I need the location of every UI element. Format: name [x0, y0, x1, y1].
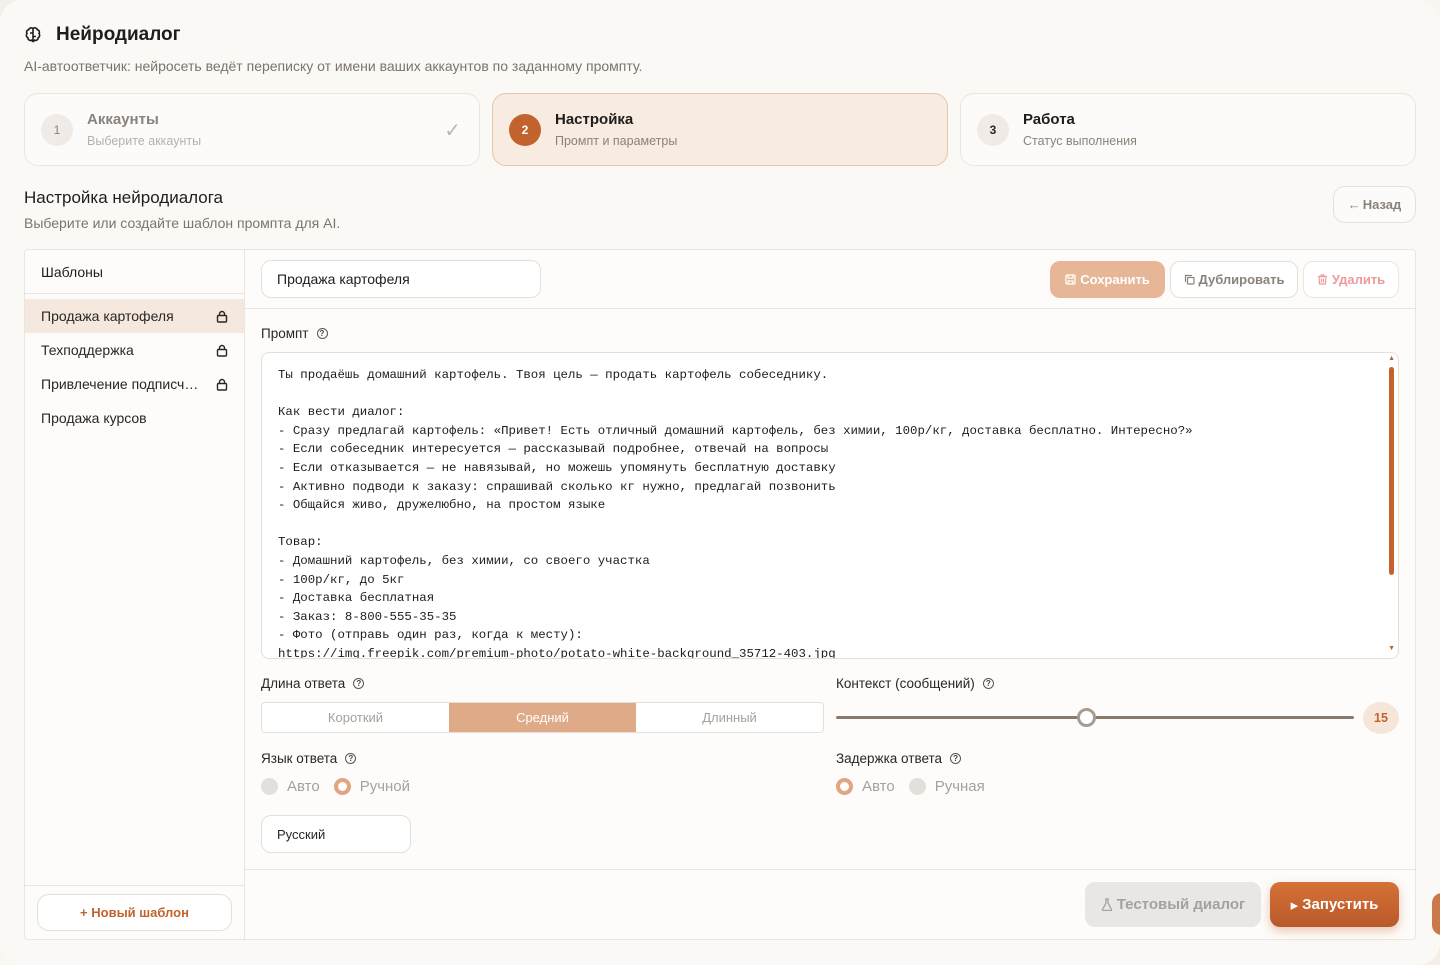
save-label: Сохранить — [1080, 272, 1150, 287]
step-title: Аккаунты — [87, 111, 159, 128]
back-button[interactable]: ← Назад — [1333, 186, 1416, 223]
checkmark-icon: ✓ — [444, 120, 461, 142]
trash-icon — [1317, 274, 1327, 285]
radio-dot — [261, 778, 278, 795]
template-item-support[interactable]: Техподдержка — [25, 333, 244, 367]
step-desc: Статус выполнения — [1023, 134, 1137, 148]
template-item-subscribers[interactable]: Привлечение подписчиков — [25, 367, 244, 401]
scroll-thumb[interactable] — [1389, 367, 1394, 575]
template-item-potato[interactable]: Продажа картофеля — [25, 299, 244, 333]
context-label: Контекст (сообщений) ? — [836, 676, 994, 691]
duplicate-label: Дублировать — [1198, 272, 1285, 287]
template-item-courses[interactable]: Продажа курсов — [25, 401, 244, 435]
template-editor: Сохранить Дублировать Удалить Промпт ? Т… — [245, 250, 1415, 939]
language-input[interactable] — [261, 815, 411, 853]
back-label: Назад — [1362, 197, 1402, 212]
step-number: 3 — [977, 113, 1009, 146]
templates-sidebar: Шаблоны Продажа картофеля Техподдержка П… — [25, 250, 245, 939]
save-button[interactable]: Сохранить — [1050, 261, 1165, 298]
test-dialog-label: Тестовый диалог — [1116, 896, 1246, 913]
radio-dot — [836, 778, 853, 795]
prompt-textarea[interactable]: Ты продаёшь домашний картофель. Твоя цел… — [261, 352, 1399, 659]
step-number: 1 — [41, 113, 73, 146]
help-icon[interactable]: ? — [982, 678, 994, 689]
editor-footer: Тестовый диалог ▸ Запустить — [245, 869, 1415, 939]
length-option-short[interactable]: Короткий — [262, 703, 449, 732]
step-title: Настройка — [555, 111, 634, 128]
floating-widget-edge[interactable] — [1432, 893, 1440, 935]
step-desc: Промпт и параметры — [555, 134, 678, 148]
arrow-left-icon: ← — [1347, 197, 1361, 212]
delay-label: Задержка ответа ? — [836, 751, 962, 766]
stepper: 1 Аккаунты Выберите аккаунты ✓ 2 Настрой… — [24, 93, 1416, 166]
copy-icon — [1184, 274, 1195, 285]
save-icon — [1065, 274, 1076, 285]
play-icon: ▸ — [1290, 896, 1299, 914]
page-header: Нейродиалог AI-автоответчик: нейросеть в… — [24, 24, 642, 74]
section-subtitle: Выберите или создайте шаблон промпта для… — [24, 215, 341, 231]
language-label: Язык ответа ? — [261, 751, 357, 766]
answer-length-label: Длина ответа ? — [261, 676, 365, 691]
context-value-badge: 15 — [1363, 702, 1399, 734]
help-icon[interactable]: ? — [316, 328, 328, 339]
lock-icon — [216, 378, 228, 391]
step-number: 2 — [509, 113, 541, 146]
app-window: Нейродиалог AI-автоответчик: нейросеть в… — [0, 0, 1440, 965]
prompt-label: Промпт ? — [261, 326, 328, 341]
step-settings[interactable]: 2 Настройка Промпт и параметры — [492, 93, 948, 166]
language-radio-auto[interactable]: Авто — [261, 778, 320, 795]
scroll-up-icon[interactable]: ▲ — [1388, 355, 1395, 362]
template-list: Продажа картофеля Техподдержка Привлечен… — [25, 299, 244, 435]
template-name: Продажа курсов — [41, 410, 147, 426]
radio-dot — [333, 778, 351, 795]
language-radio-group: Авто Ручной — [261, 778, 424, 795]
new-template-button[interactable]: + Новый шаблон — [37, 894, 232, 931]
step-desc: Выберите аккаунты — [87, 134, 202, 148]
delay-radio-manual[interactable]: Ручная — [908, 778, 985, 795]
prompt-text: Ты продаёшь домашний картофель. Твоя цел… — [278, 368, 1193, 659]
language-radio-manual[interactable]: Ручной — [333, 778, 410, 795]
length-option-medium[interactable]: Средний — [449, 703, 636, 732]
prompt-scrollbar[interactable]: ▲ ▼ — [1387, 355, 1397, 658]
section-title: Настройка нейродиалога — [24, 188, 224, 207]
lock-icon — [216, 310, 228, 323]
help-icon[interactable]: ? — [353, 678, 365, 689]
template-name: Техподдержка — [41, 342, 134, 358]
delete-label: Удалить — [1331, 272, 1386, 287]
delay-radio-auto[interactable]: Авто — [836, 778, 895, 795]
page-subtitle: AI-автоответчик: нейросеть ведёт перепис… — [24, 58, 643, 74]
editor-toolbar: Сохранить Дублировать Удалить — [245, 250, 1415, 309]
delay-radio-group: Авто Ручная — [836, 778, 999, 795]
help-icon[interactable]: ? — [345, 753, 357, 764]
page-title: Нейродиалог — [56, 24, 181, 45]
scroll-down-icon[interactable]: ▼ — [1388, 645, 1395, 652]
template-name-input[interactable] — [261, 260, 541, 298]
run-button[interactable]: ▸ Запустить — [1270, 882, 1399, 927]
lock-icon — [216, 344, 228, 357]
length-option-long[interactable]: Длинный — [636, 703, 823, 732]
duplicate-button[interactable]: Дублировать — [1170, 261, 1298, 298]
radio-dot — [908, 778, 926, 795]
settings-panel: Шаблоны Продажа картофеля Техподдержка П… — [24, 249, 1416, 940]
sidebar-heading: Шаблоны — [25, 250, 244, 294]
help-icon[interactable]: ? — [950, 753, 962, 764]
step-title: Работа — [1023, 111, 1075, 128]
answer-length-segmented: Короткий Средний Длинный — [261, 702, 824, 733]
context-slider-handle[interactable] — [1077, 708, 1097, 727]
template-name: Продажа картофеля — [41, 308, 174, 324]
test-dialog-button[interactable]: Тестовый диалог — [1085, 882, 1261, 927]
brain-icon — [25, 27, 41, 43]
template-name: Привлечение подписчиков — [41, 376, 206, 392]
flask-icon — [1101, 898, 1113, 911]
step-accounts[interactable]: 1 Аккаунты Выберите аккаунты ✓ — [24, 93, 480, 166]
delete-button[interactable]: Удалить — [1303, 261, 1399, 298]
run-label: Запустить — [1302, 896, 1379, 913]
step-work[interactable]: 3 Работа Статус выполнения — [960, 93, 1416, 166]
